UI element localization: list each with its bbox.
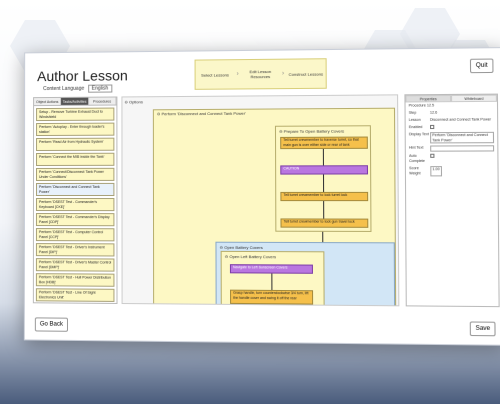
score-weight-field[interactable]: 1.00 xyxy=(430,166,442,176)
library-card[interactable]: Perform 'DSEST Test - Driver's Master Co… xyxy=(36,258,115,272)
flow-node[interactable]: Tell turret crewmember to lock gun trave… xyxy=(280,218,368,227)
open-battery-title: Open Battery Covers xyxy=(224,245,263,250)
procedure-value: Procedure 12.5 xyxy=(409,103,494,109)
prepare-battery-title: Prepare To Open Battery Covers xyxy=(284,128,344,133)
wizard-steps: Select Lessons › Edit Lesson Resources ›… xyxy=(195,58,327,90)
content-language: Content Language English xyxy=(43,84,112,93)
flow-node[interactable]: Navigate to Left Sunscreen Covers xyxy=(230,264,313,274)
tab-whiteboard[interactable]: Whiteboard xyxy=(451,95,497,103)
enabled-checkbox[interactable] xyxy=(430,125,434,129)
flow-arrow xyxy=(271,274,272,290)
library-card[interactable]: Perform 'Disconnect and Connect Tank Pow… xyxy=(36,183,114,196)
prepare-battery-group[interactable]: ⊖ Prepare To Open Battery Covers Tell tu… xyxy=(275,125,372,232)
properties-panel: Properties Whiteboard Procedure 12.5 Ste… xyxy=(404,94,499,308)
procedure-container-title: Perform 'Disconnect and Connect Tank Pow… xyxy=(161,111,245,117)
wizard-step-2[interactable]: Edit Lesson Resources xyxy=(243,69,278,79)
library-card[interactable]: Perform 'DSEST Test - Commander's Displa… xyxy=(36,213,114,226)
library-card[interactable]: Perform 'DSEST Test - Line Of Sight Elec… xyxy=(36,288,115,302)
page-title: Author Lesson xyxy=(37,67,128,84)
author-lesson-window: Author Lesson Content Language English S… xyxy=(24,47,500,346)
flow-node[interactable]: Tell turret crewmember to traverse turre… xyxy=(280,137,368,150)
flow-arrow xyxy=(323,175,324,192)
enabled-label: Enabled xyxy=(409,125,430,130)
library-card[interactable]: Perform 'DSEST Test - Driver's Instrumen… xyxy=(36,243,115,256)
library-card[interactable]: Perform 'Read Air from Hydraulic System' xyxy=(36,138,114,151)
tab-properties[interactable]: Properties xyxy=(405,95,451,103)
open-left-battery-title: Open Left Battery Covers xyxy=(229,254,276,259)
flow-node[interactable]: Grasp handle, turn counterclockwise 3/4 … xyxy=(230,290,313,305)
go-back-button[interactable]: Go Back xyxy=(35,317,68,331)
options-toggle[interactable]: ⊖ Options xyxy=(124,99,143,104)
step-label: Step xyxy=(409,111,430,116)
auto-complete-row: Auto Complete xyxy=(406,152,498,165)
save-button[interactable]: Save xyxy=(470,321,496,336)
hint-text-label: Hint Text xyxy=(409,146,430,152)
auto-complete-checkbox[interactable] xyxy=(430,154,434,158)
library-card[interactable]: Perform 'Connect the MIB inside the Tank… xyxy=(36,153,114,166)
library-card[interactable]: Perform 'DSEST Test - Commander's Keyboa… xyxy=(36,198,114,211)
open-left-battery-group[interactable]: ⊖ Open Left Battery Covers Navigate to L… xyxy=(221,251,325,306)
flow-arrow xyxy=(322,232,323,242)
display-text-label: Display Text xyxy=(409,132,430,143)
lesson-label: Lesson xyxy=(409,118,430,123)
display-text-field[interactable]: Perform 'Disconnect and Connect Tank Pow… xyxy=(430,132,494,144)
chevron-right-icon: › xyxy=(237,71,239,77)
tab-tasks-activities[interactable]: Tasks/Activities xyxy=(61,98,88,105)
content-language-label: Content Language xyxy=(43,86,84,92)
open-left-battery-label: ⊖ Open Left Battery Covers xyxy=(225,254,276,259)
library-card[interactable]: Perform 'Autoplay - Enter through loader… xyxy=(36,123,114,136)
wizard-step-1[interactable]: Select Lessons xyxy=(198,72,233,77)
lesson-value: Disconnect and Connect Tank Power xyxy=(430,117,494,123)
flow-node[interactable]: Tell turret crewmember to lock turret lo… xyxy=(280,192,368,201)
procedure-container[interactable]: ⊖ Perform 'Disconnect and Connect Tank P… xyxy=(153,108,396,307)
score-weight-label: Score Weight xyxy=(409,166,430,176)
open-battery-label: ⊖ Open Battery Covers xyxy=(220,245,263,250)
tab-procedures[interactable]: Procedures xyxy=(89,97,117,104)
library-card[interactable]: Setup - Remove Turbine Exhaust Duct to W… xyxy=(36,108,114,122)
properties-tabs: Properties Whiteboard xyxy=(405,95,496,103)
procedure-container-label: ⊖ Perform 'Disconnect and Connect Tank P… xyxy=(157,111,246,117)
flow-arrow xyxy=(323,201,324,218)
library-card[interactable]: Perform 'DSEST Test - Computer Control P… xyxy=(36,228,114,241)
open-battery-group[interactable]: ⊖ Open Battery Covers ⊖ Open Left Batter… xyxy=(215,242,395,307)
hint-text-row: Hint Text xyxy=(406,144,498,153)
library-list: Setup - Remove Turbine Exhaust Duct to W… xyxy=(34,106,117,304)
flow-node[interactable]: CAUTION xyxy=(280,165,368,174)
library-card[interactable]: Perform 'DSEST Test - Hull Power Distrib… xyxy=(36,273,115,287)
tab-object-actions[interactable]: Object Actions xyxy=(34,98,61,105)
score-weight-row: Score Weight 1.00 xyxy=(406,165,498,178)
wizard-step-3[interactable]: Construct Lessons xyxy=(288,71,323,76)
flow-canvas[interactable]: ⊖ Options ⊖ Perform 'Disconnect and Conn… xyxy=(121,94,399,306)
flow-arrow xyxy=(323,149,324,165)
display-text-row: Display Text Perform 'Disconnect and Conn… xyxy=(406,131,498,145)
hint-text-field[interactable] xyxy=(430,145,494,151)
library-card[interactable]: Perform 'Connect/Disconnect Tank Power U… xyxy=(36,168,114,181)
content-language-select[interactable]: English xyxy=(88,84,113,92)
auto-complete-label: Auto Complete xyxy=(409,154,430,164)
prepare-battery-label: ⊖ Prepare To Open Battery Covers xyxy=(279,128,344,133)
chevron-right-icon: › xyxy=(282,71,284,77)
lesson-library-panel: Object Actions Tasks/Activities Procedur… xyxy=(33,96,118,303)
quit-button[interactable]: Quit xyxy=(470,59,494,74)
options-label: Options xyxy=(129,99,143,104)
step-value: 12.6 xyxy=(430,110,494,116)
